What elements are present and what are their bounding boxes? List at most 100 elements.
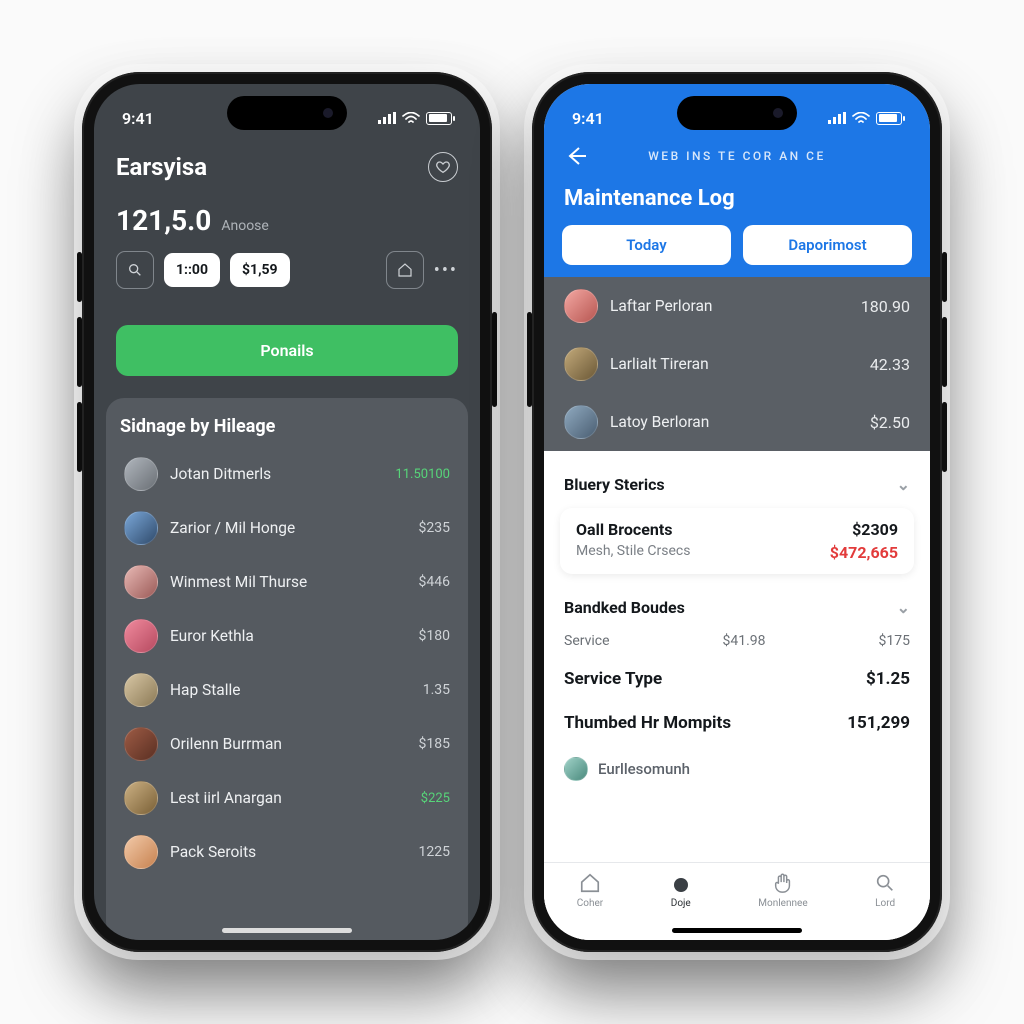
list-item-value: $235 [419,520,450,536]
row-value: $1.25 [866,669,910,689]
avatar [564,347,598,381]
dynamic-island [677,96,797,130]
wifi-icon [852,112,870,125]
card-subtitle: Mesh, Stile Crsecs [576,543,690,562]
avatar [124,673,158,707]
favorite-button[interactable] [428,152,458,182]
list-item[interactable]: Orilenn Burrman $185 [120,717,454,771]
tab-label: Lord [875,898,895,909]
chip-value-2[interactable]: $1,59 [230,253,290,287]
tab-coher[interactable]: Coher [577,871,603,909]
mileage-panel: Sidnage by Hileage Jotan Ditmerls 11.501… [106,398,468,940]
list-item[interactable]: Latoy Berloran $2.50 [544,393,930,451]
tab-maintenance[interactable]: Monlennee [758,871,807,909]
home-button[interactable] [386,251,424,289]
list-item[interactable]: Larlialt Tireran 42.33 [544,335,930,393]
list-item-value: $2.50 [870,413,910,432]
tab-other[interactable]: Daporimost [743,225,912,265]
list-item-label: Zarior / Mil Honge [170,519,407,537]
list-item-value: 1225 [419,844,450,860]
list-item[interactable]: Winmest Mil Thurse $446 [120,555,454,609]
dynamic-island [227,96,347,130]
row-label: Thumbed Hr Mompits [564,713,731,733]
avatar [124,511,158,545]
page-title: Maintenance Log [544,180,930,225]
section-title: Bandked Boudes [564,598,685,617]
avatar [124,835,158,869]
list-item-value: 180.90 [861,297,910,316]
screen-right: 9:41 WEB INS TE COR AN CE Maintenance Lo… [544,84,930,940]
tab-doje[interactable]: Doje [669,871,693,909]
table-row[interactable]: Thumbed Hr Mompits 151,299 [544,701,930,745]
list-item[interactable]: Euror Kethla $180 [120,609,454,663]
balance-amount: 121,5.0 [116,204,211,237]
search-icon [127,262,143,278]
list-item[interactable]: Lest iirl Anargan $225 [120,771,454,825]
screen-left: 9:41 Earsyisa 121,5.0 Anoose [94,84,480,940]
avatar [124,781,158,815]
row-label: Service Type [564,669,662,689]
list-item-value: $225 [421,791,450,806]
primary-action-button[interactable]: Ponails [116,325,458,376]
home-icon [397,262,413,278]
section-title: Bluery Sterics [564,475,665,494]
table-row[interactable]: Service Type $1.25 [544,657,930,701]
avatar [124,565,158,599]
list-item-label: Lest iirl Anargan [170,789,409,807]
avatar [564,405,598,439]
list-item-label: Hap Stalle [170,681,411,699]
tab-label: Coher [577,898,603,909]
list-item[interactable]: Laftar Perloran 180.90 [544,277,930,335]
section-title: Sidnage by Hileage [120,416,454,437]
list-item[interactable]: Hap Stalle 1.35 [120,663,454,717]
dot-icon [674,878,688,892]
battery-icon [876,112,902,125]
section-header[interactable]: Bluery Sterics ⌄ [544,461,930,502]
list-item-label: Orilenn Burrman [170,735,407,753]
back-button[interactable] [562,142,590,170]
card-value: $2309 [852,520,898,539]
tab-today[interactable]: Today [562,225,731,265]
list-item[interactable]: Pack Seroits 1225 [120,825,454,879]
status-time: 9:41 [572,109,604,128]
summary-card[interactable]: Oall Brocents $2309 Mesh, Stile Crsecs $… [560,508,914,574]
search-icon [873,871,897,895]
list-item-label: Jotan Ditmerls [170,465,383,483]
more-button[interactable]: ••• [434,260,458,281]
col-value: $41.98 [723,633,766,649]
list-item[interactable]: Jotan Ditmerls 11.50100 [120,447,454,501]
avatar [564,757,588,781]
home-icon [578,871,602,895]
avatar [124,457,158,491]
row-label: Eurllesomunh [598,760,690,778]
chevron-down-icon: ⌄ [897,598,910,617]
list-item-label: Laftar Perloran [610,297,849,315]
avatar [564,289,598,323]
col-value: $175 [879,633,910,649]
status-time: 9:41 [122,109,154,128]
col-label: Service [564,633,610,649]
home-indicator[interactable] [222,928,352,933]
list-item-label: Latoy Berloran [610,413,858,431]
table-row[interactable]: Eurllesomunh [544,745,930,793]
section-header[interactable]: Bandked Boudes ⌄ [544,584,930,625]
avatar [124,619,158,653]
signal-icon [378,112,396,124]
list-item[interactable]: Zarior / Mil Honge $235 [120,501,454,555]
chip-value-1[interactable]: 1::00 [164,253,220,287]
search-button[interactable] [116,251,154,289]
list-item-label: Euror Kethla [170,627,407,645]
battery-icon [426,112,452,125]
wifi-icon [402,112,420,125]
signal-icon [828,112,846,124]
app-title: Earsyisa [116,153,207,181]
tab-lord[interactable]: Lord [873,871,897,909]
row-value: 151,299 [847,713,910,733]
heart-icon [435,159,451,175]
phone-frame-right: 9:41 WEB INS TE COR AN CE Maintenance Lo… [532,72,942,952]
list-item-value: 11.50100 [395,467,450,482]
list-item-value: $185 [419,736,450,752]
chevron-down-icon: ⌄ [897,475,910,494]
home-indicator[interactable] [672,928,802,933]
list-item-value: 1.35 [423,682,450,698]
